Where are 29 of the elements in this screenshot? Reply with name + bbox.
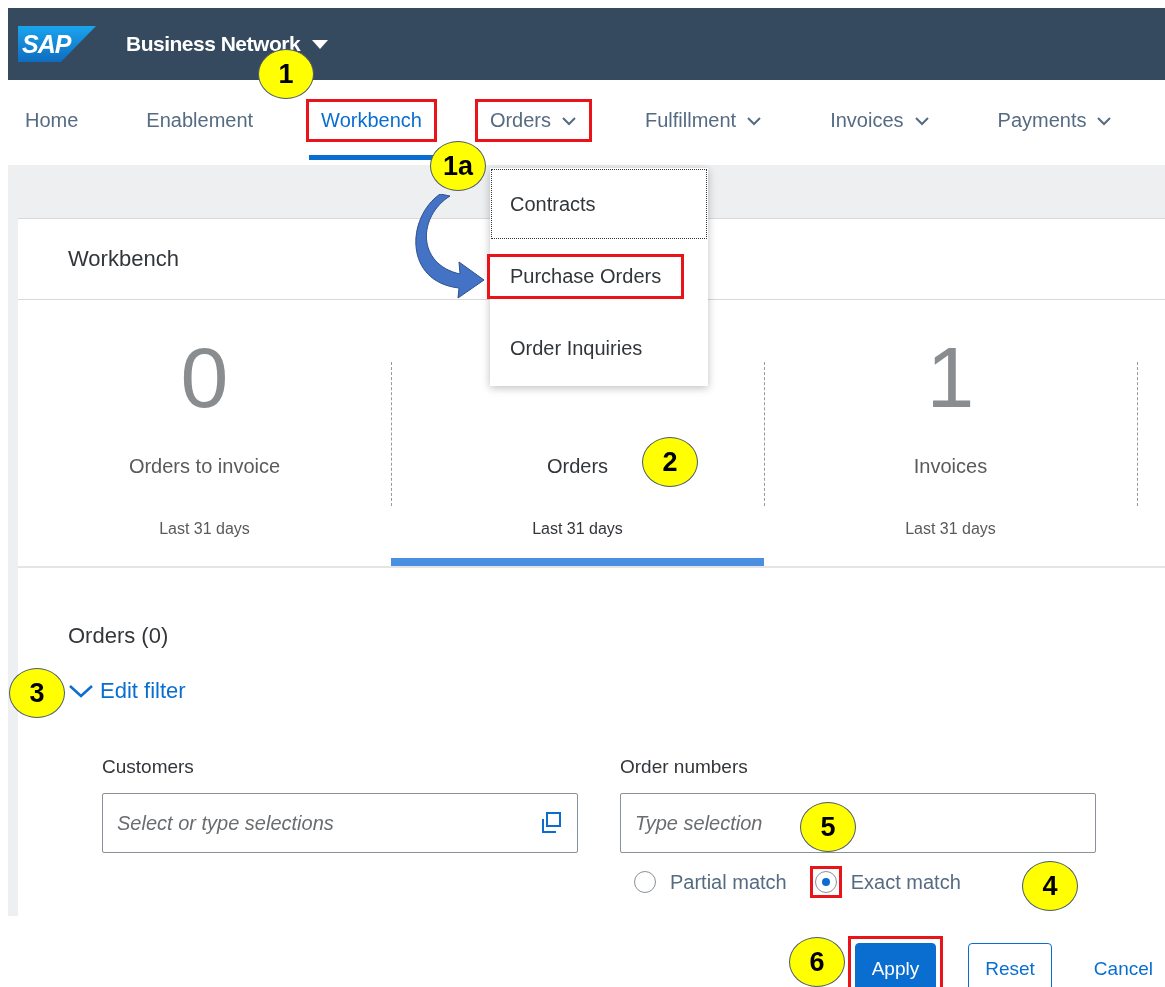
menu-item[interactable]: Order Inquiries: [490, 312, 708, 384]
summary-tile[interactable]: 1 Invoices Last 31 days: [764, 300, 1137, 566]
value-help-icon[interactable]: [539, 811, 563, 835]
nav-tab[interactable]: Enablement: [134, 102, 266, 139]
caret-down-icon: [312, 39, 329, 49]
cancel-link[interactable]: Cancel: [1076, 936, 1160, 987]
radio-label: Exact match: [850, 870, 961, 894]
step-callout: 1a: [430, 141, 486, 191]
nav-tab[interactable]: Workbench: [309, 102, 434, 160]
field-label: Customers: [102, 756, 195, 779]
nav-tab[interactable]: Payments: [985, 102, 1125, 139]
chevron-down-icon: [68, 683, 94, 699]
results-title: Orders (0): [68, 623, 170, 650]
menu-item[interactable]: Contracts: [490, 168, 708, 240]
radio-button[interactable]: [812, 869, 839, 895]
nav-tab[interactable]: Orders: [477, 102, 590, 139]
card-title: Workbench: [68, 246, 179, 272]
radio-label: Partial match: [670, 870, 787, 894]
nav-tab[interactable]: Home: [13, 102, 91, 139]
edit-filter-link[interactable]: Edit filter: [68, 678, 186, 704]
field-label: Order numbers: [620, 756, 749, 779]
primary-button[interactable]: Apply: [847, 936, 944, 987]
nav-tab[interactable]: Fulfillment: [633, 102, 775, 139]
summary-tile[interactable]: 0 Orders to invoice Last 31 days: [18, 300, 391, 566]
nav-tab[interactable]: Invoices: [818, 102, 942, 139]
customers-field[interactable]: Select or type selections: [102, 793, 578, 853]
customers-input[interactable]: Select or type selections: [115, 810, 539, 836]
logo: SAP: [18, 26, 96, 62]
step-callout: 6: [789, 937, 845, 987]
